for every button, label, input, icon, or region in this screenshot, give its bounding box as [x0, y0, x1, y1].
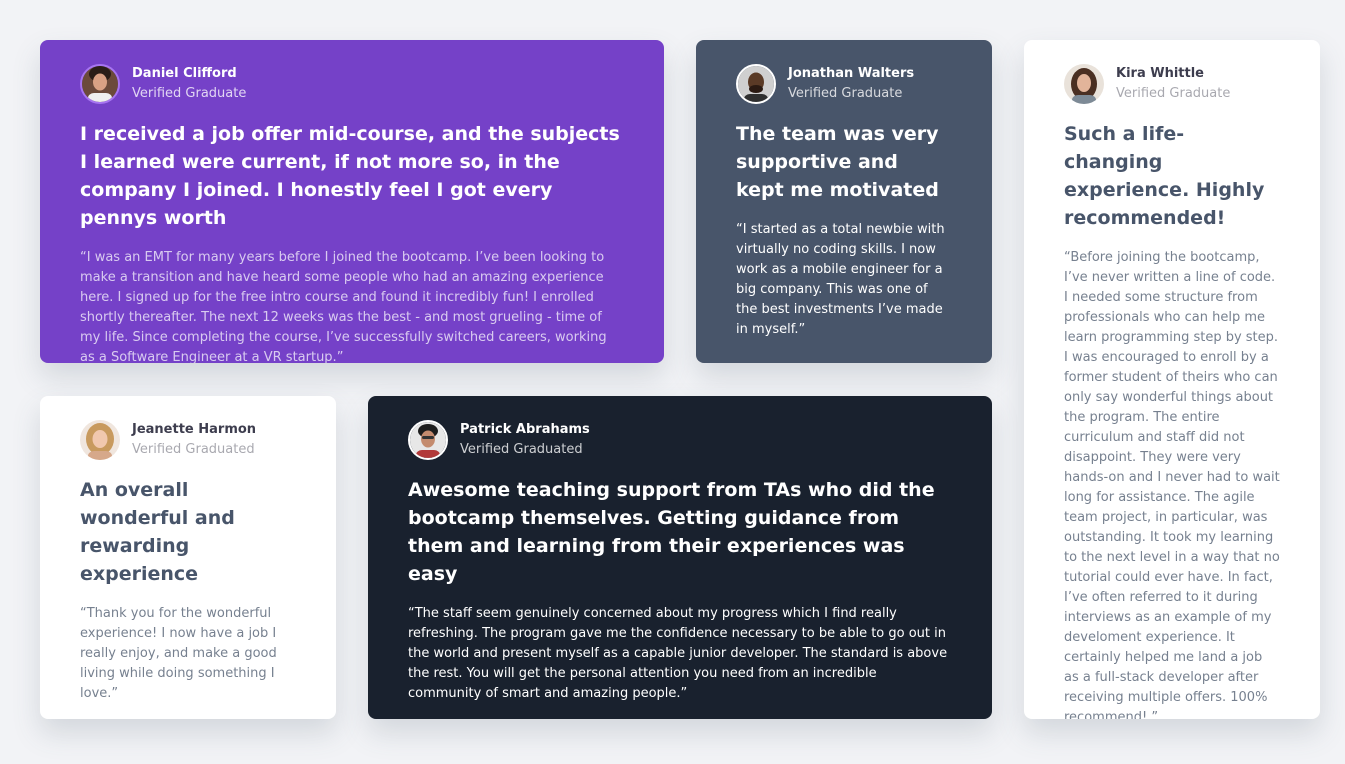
user-avatar-icon: [80, 64, 120, 104]
reviewer-role: Verified Graduated: [132, 442, 255, 457]
testimonial-headline: Awesome teaching support from TAs who di…: [408, 479, 935, 585]
testimonial-quote: “Thank you for the wonderful experience!…: [80, 606, 277, 701]
user-avatar-icon: [1064, 64, 1104, 104]
card-header: Jeanette Harmon Verified Graduated: [80, 420, 296, 460]
user-avatar-icon: [80, 420, 120, 460]
testimonial-card-jonathan-walters: Jonathan Walters Verified Graduate The t…: [696, 40, 992, 363]
testimonial-headline: Such a life-changing experience. Highly …: [1064, 123, 1265, 229]
testimonial-quote: “Before joining the bootcamp, I’ve never…: [1064, 250, 1280, 719]
reviewer-role: Verified Graduated: [460, 442, 583, 457]
card-header: Patrick Abrahams Verified Graduated: [408, 420, 952, 460]
testimonial-card-kira-whittle: Kira Whittle Verified Graduate Such a li…: [1024, 40, 1320, 719]
testimonial-quote: “The staff seem genuinely concerned abou…: [408, 606, 948, 701]
testimonial-card-jeanette-harmon: Jeanette Harmon Verified Graduated An ov…: [40, 396, 336, 719]
testimonial-quote: “I started as a total newbie with virtua…: [736, 222, 945, 337]
user-avatar-icon: [736, 64, 776, 104]
reviewer-role: Verified Graduate: [788, 86, 903, 101]
user-avatar-icon: [408, 420, 448, 460]
testimonial-headline: The team was very supportive and kept me…: [736, 123, 939, 201]
card-header: Daniel Clifford Verified Graduate: [80, 64, 624, 104]
testimonial-quote: “I was an EMT for many years before I jo…: [80, 250, 607, 363]
reviewer-name: Daniel Clifford: [132, 66, 237, 81]
testimonial-card-daniel-clifford: Daniel Clifford Verified Graduate I rece…: [40, 40, 664, 363]
reviewer-name: Jeanette Harmon: [132, 422, 257, 437]
reviewer-name: Jonathan Walters: [788, 66, 915, 81]
testimonials-grid: Daniel Clifford Verified Graduate I rece…: [0, 0, 1345, 764]
reviewer-role: Verified Graduate: [132, 86, 247, 101]
testimonial-headline: I received a job offer mid-course, and t…: [80, 123, 620, 229]
testimonial-headline: An overall wonderful and rewarding exper…: [80, 479, 235, 585]
card-header: Jonathan Walters Verified Graduate: [736, 64, 952, 104]
reviewer-name: Kira Whittle: [1116, 66, 1204, 81]
reviewer-role: Verified Graduate: [1116, 86, 1231, 101]
reviewer-name: Patrick Abrahams: [460, 422, 590, 437]
card-header: Kira Whittle Verified Graduate: [1064, 64, 1280, 104]
testimonial-card-patrick-abrahams: Patrick Abrahams Verified Graduated Awes…: [368, 396, 992, 719]
